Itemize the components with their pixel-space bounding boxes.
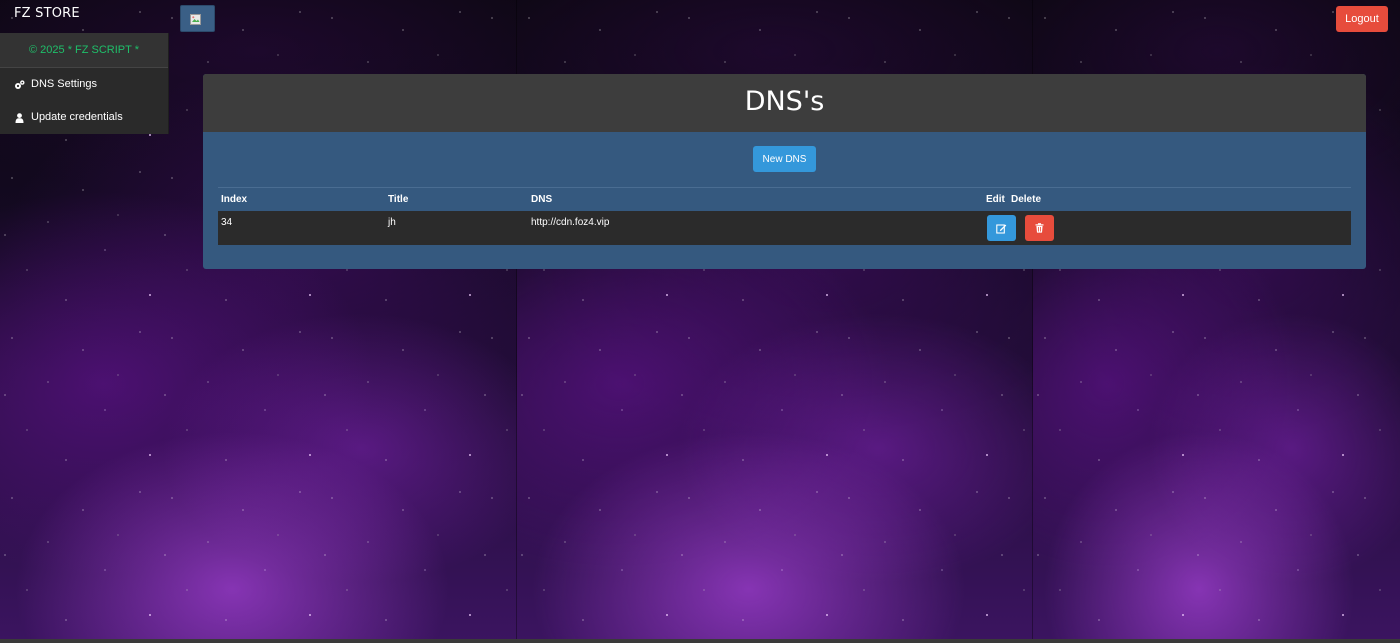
logout-button[interactable]: Logout [1336,6,1388,32]
sidebar-copyright: © 2025 * FZ SCRIPT * [0,33,168,68]
cell-title: jh [388,217,396,228]
sidebar-toggle-button[interactable] [180,5,215,32]
user-icon [13,112,25,123]
cell-dns: http://cdn.foz4.vip [531,217,610,228]
page-title: DNS's [203,74,1366,132]
cell-index: 34 [221,217,233,228]
trash-icon [1035,223,1044,233]
sidebar-item-dns-settings[interactable]: DNS Settings [0,68,168,101]
dns-table: Index Title DNS Edit Delete 34 jh http:/… [218,187,1351,245]
edit-button[interactable] [987,215,1016,241]
column-header-delete: Delete [1011,194,1042,205]
delete-button[interactable] [1025,215,1054,241]
table-header: Index Title DNS Edit Delete [218,187,1351,211]
sidebar-item-update-credentials[interactable]: Update credentials [0,101,168,134]
sidebar: © 2025 * FZ SCRIPT * DNS Settings Update… [0,33,169,134]
broken-image-icon [190,12,201,25]
sidebar-item-label: Update credentials [31,111,123,123]
edit-icon [996,223,1007,234]
sidebar-item-label: DNS Settings [31,78,98,90]
column-header-dns: DNS [531,194,553,205]
new-dns-button[interactable]: New DNS [753,146,816,172]
bottom-bar [0,639,1400,643]
column-header-edit: Edit [986,194,1005,205]
column-header-title: Title [388,194,409,205]
dns-panel: DNS's New DNS Index Title DNS Edit Delet… [203,74,1366,269]
table-row: 34 jh http://cdn.foz4.vip [218,211,1351,245]
column-header-index: Index [221,194,248,205]
gears-icon [13,79,25,90]
brand-title[interactable]: FZ STORE [14,6,80,21]
